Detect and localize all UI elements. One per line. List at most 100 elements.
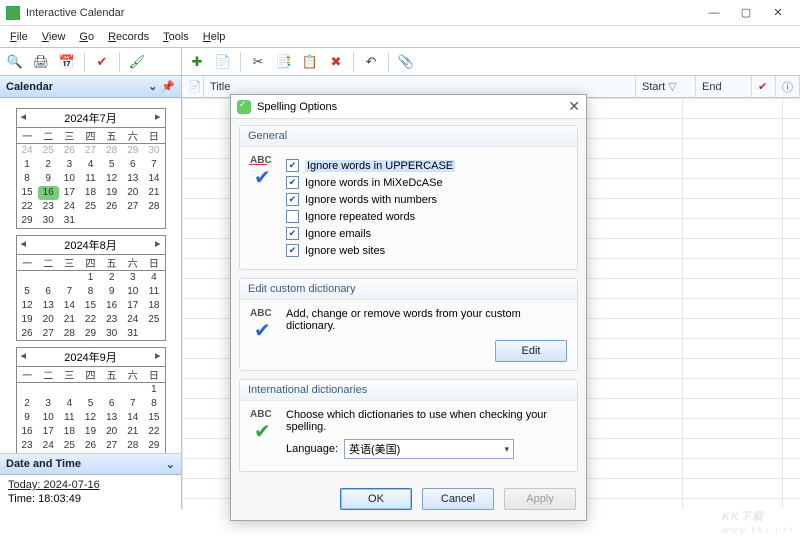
day-cell[interactable]: 20 <box>101 425 122 439</box>
day-cell[interactable]: 21 <box>122 425 143 439</box>
col-start[interactable]: Start ▽ <box>636 76 696 97</box>
attach-icon[interactable]: 📎 <box>395 51 417 73</box>
day-cell[interactable]: 4 <box>143 270 164 284</box>
day-cell[interactable]: 10 <box>122 284 143 298</box>
day-cell[interactable]: 13 <box>122 172 143 186</box>
day-cell[interactable]: 24 <box>59 200 80 214</box>
day-cell[interactable]: 8 <box>17 172 38 186</box>
day-cell[interactable]: 10 <box>38 411 59 425</box>
day-cell[interactable]: 12 <box>17 298 38 312</box>
menu-go[interactable]: Go <box>73 29 100 45</box>
day-cell[interactable] <box>143 326 164 340</box>
checkbox[interactable] <box>286 210 299 223</box>
day-cell[interactable]: 28 <box>122 439 143 453</box>
day-cell[interactable]: 24 <box>17 144 38 158</box>
day-cell[interactable]: 2 <box>38 158 59 172</box>
day-cell[interactable]: 5 <box>80 397 101 411</box>
calendar-title[interactable]: 2024年7月 <box>17 109 165 127</box>
day-cell[interactable]: 16 <box>38 186 59 200</box>
day-cell[interactable]: 4 <box>59 397 80 411</box>
day-cell[interactable]: 10 <box>59 172 80 186</box>
mini-calendar[interactable]: 2024年9月一二三四五六日12345678910111213141516171… <box>16 347 166 453</box>
day-cell[interactable]: 20 <box>122 186 143 200</box>
day-cell[interactable]: 8 <box>80 284 101 298</box>
print-icon[interactable]: 🖨 <box>30 51 52 73</box>
day-cell[interactable]: 24 <box>38 439 59 453</box>
day-cell[interactable]: 11 <box>143 284 164 298</box>
day-cell[interactable]: 18 <box>80 186 101 200</box>
day-cell[interactable]: 11 <box>80 172 101 186</box>
day-cell[interactable]: 7 <box>122 397 143 411</box>
day-cell[interactable]: 3 <box>122 270 143 284</box>
day-cell[interactable]: 7 <box>143 158 164 172</box>
close-button[interactable]: ✕ <box>762 1 794 25</box>
day-cell[interactable]: 19 <box>101 186 122 200</box>
day-cell[interactable]: 17 <box>122 298 143 312</box>
sidebar-header-datetime[interactable]: Date and Time ⌄ <box>0 453 181 475</box>
day-cell[interactable]: 19 <box>17 312 38 326</box>
day-cell[interactable]: 6 <box>38 284 59 298</box>
day-cell[interactable]: 22 <box>80 312 101 326</box>
day-cell[interactable] <box>38 383 59 397</box>
day-cell[interactable]: 16 <box>101 298 122 312</box>
checkbox[interactable] <box>286 176 299 189</box>
day-cell[interactable]: 22 <box>143 425 164 439</box>
ok-button[interactable]: OK <box>340 488 412 510</box>
calendar-icon[interactable]: 📅 <box>56 51 78 73</box>
day-cell[interactable] <box>17 270 38 284</box>
day-cell[interactable]: 19 <box>80 425 101 439</box>
day-cell[interactable]: 30 <box>101 326 122 340</box>
day-cell[interactable]: 30 <box>38 214 59 228</box>
day-cell[interactable]: 5 <box>17 284 38 298</box>
day-cell[interactable]: 22 <box>17 200 38 214</box>
day-cell[interactable]: 28 <box>143 200 164 214</box>
day-cell[interactable]: 3 <box>38 397 59 411</box>
day-cell[interactable] <box>122 383 143 397</box>
menu-file[interactable]: File <box>4 29 34 45</box>
day-cell[interactable] <box>122 214 143 228</box>
edit-button[interactable]: Edit <box>495 340 567 362</box>
check-icon[interactable]: ✔ <box>91 51 113 73</box>
day-cell[interactable]: 16 <box>17 425 38 439</box>
day-cell[interactable] <box>101 214 122 228</box>
paste-icon[interactable]: 📋 <box>299 51 321 73</box>
maximize-button[interactable]: ▢ <box>730 1 762 25</box>
dialog-close-button[interactable]: ✕ <box>568 98 580 115</box>
minimize-button[interactable]: — <box>698 1 730 25</box>
col-done[interactable]: ✔ <box>752 76 776 97</box>
day-cell[interactable]: 1 <box>17 158 38 172</box>
day-cell[interactable] <box>101 383 122 397</box>
day-cell[interactable]: 1 <box>143 383 164 397</box>
day-cell[interactable]: 6 <box>101 397 122 411</box>
day-cell[interactable]: 6 <box>122 158 143 172</box>
day-cell[interactable]: 29 <box>17 214 38 228</box>
brush-icon[interactable]: 🖌 <box>126 51 148 73</box>
day-cell[interactable]: 15 <box>80 298 101 312</box>
search-icon[interactable]: 🔍 <box>4 51 26 73</box>
day-cell[interactable]: 24 <box>122 312 143 326</box>
day-cell[interactable]: 8 <box>143 397 164 411</box>
day-cell[interactable]: 14 <box>122 411 143 425</box>
day-cell[interactable]: 9 <box>38 172 59 186</box>
day-cell[interactable]: 27 <box>122 200 143 214</box>
day-cell[interactable] <box>17 383 38 397</box>
day-cell[interactable]: 28 <box>101 144 122 158</box>
day-cell[interactable]: 15 <box>143 411 164 425</box>
day-cell[interactable]: 26 <box>59 144 80 158</box>
day-cell[interactable]: 31 <box>59 214 80 228</box>
day-cell[interactable]: 23 <box>38 200 59 214</box>
day-cell[interactable]: 25 <box>59 439 80 453</box>
day-cell[interactable]: 21 <box>59 312 80 326</box>
sidebar-header-calendar[interactable]: Calendar ⌄ 📌 <box>0 76 181 98</box>
day-cell[interactable] <box>80 214 101 228</box>
day-cell[interactable]: 27 <box>38 326 59 340</box>
menu-help[interactable]: Help <box>197 29 232 45</box>
day-cell[interactable]: 29 <box>143 439 164 453</box>
day-cell[interactable]: 3 <box>59 158 80 172</box>
day-cell[interactable]: 7 <box>59 284 80 298</box>
cancel-button[interactable]: Cancel <box>422 488 494 510</box>
day-cell[interactable]: 31 <box>122 326 143 340</box>
day-cell[interactable] <box>38 270 59 284</box>
day-cell[interactable]: 1 <box>80 270 101 284</box>
checkbox[interactable] <box>286 227 299 240</box>
